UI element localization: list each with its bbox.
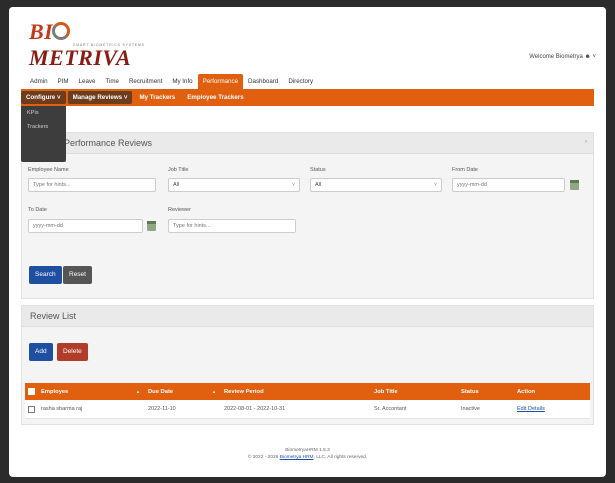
review-table: Employee ▲ Due Date ▲ Review Period Job Ti… [25, 383, 590, 419]
review-list-title: Review List [22, 306, 593, 327]
logo-swirl-icon [52, 22, 70, 40]
column-action: Action [517, 388, 536, 395]
cell-due-date: 2022-11-10 [148, 406, 176, 412]
from-date-label: From Date [452, 167, 478, 173]
column-status[interactable]: Status [457, 383, 513, 400]
footer-company-link[interactable]: Biometrya HRM [280, 455, 314, 460]
configure-dropdown: KPIs Trackers [21, 106, 66, 162]
collapse-icon[interactable]: › [585, 139, 587, 145]
cell-status: Inactive [461, 406, 480, 412]
my-trackers-link[interactable]: My Trackers [134, 91, 180, 104]
footer-version: BiometryaHRM 1.5.3 [285, 448, 330, 453]
from-date-input[interactable] [452, 178, 565, 192]
header: BIMETRIVA SMART BIOMETRICS SYSTEMS Welco… [9, 7, 606, 70]
to-date-input[interactable] [28, 219, 143, 233]
main-nav: Admin PIM Leave Time Recruitment My Info… [25, 72, 318, 89]
table-row: rasha sharma raj 2022-11-10 2022-08-01 -… [25, 400, 590, 419]
footer: BiometryaHRM 1.5.3 © 2022 - 2026 Biometr… [9, 447, 606, 461]
select-all-checkbox[interactable] [28, 388, 35, 395]
panel-title: Performance Reviews [22, 133, 593, 154]
menu-item-kpis[interactable]: KPIs [21, 106, 66, 120]
footer-copyright: © 2022 - 2026 [247, 455, 279, 460]
job-title-select[interactable]: All ˅ [168, 178, 300, 192]
employee-name-input[interactable] [28, 178, 156, 192]
company-logo[interactable]: BIMETRIVA SMART BIOMETRICS SYSTEMS [29, 19, 149, 70]
row-checkbox[interactable] [28, 405, 35, 413]
calendar-icon[interactable] [570, 180, 579, 190]
sub-nav: Configure ˅ Manage Reviews ˅ My Trackers… [21, 89, 594, 106]
menu-item-trackers[interactable]: Trackers [21, 120, 66, 134]
nav-admin[interactable]: Admin [25, 74, 53, 89]
search-button[interactable]: Search [29, 266, 62, 284]
configure-menu-button[interactable]: Configure ˅ [21, 91, 66, 104]
status-label: Status [310, 167, 326, 173]
nav-time[interactable]: Time [100, 74, 124, 89]
to-date-label: To Date [28, 207, 47, 213]
reset-button[interactable]: Reset [63, 266, 92, 284]
nav-leave[interactable]: Leave [74, 74, 101, 89]
column-job-title[interactable]: Job Title [370, 383, 457, 400]
column-review-period[interactable]: Review Period [220, 383, 370, 400]
column-employee[interactable]: Employee ▲ [37, 383, 144, 400]
cell-review-period: 2022-08-01 - 2022-10-31 [224, 406, 286, 412]
user-icon: ☻ [584, 54, 591, 60]
chevron-down-icon: ˅ [123, 94, 128, 101]
table-header: Employee ▲ Due Date ▲ Review Period Job Ti… [25, 383, 590, 400]
sort-icon: ▲ [212, 389, 216, 394]
job-title-label: Job Title [168, 167, 189, 173]
add-button[interactable]: Add [29, 343, 53, 361]
edit-details-link[interactable]: Edit Details [517, 406, 545, 412]
nav-recruitment[interactable]: Recruitment [124, 74, 167, 89]
app-window: BIMETRIVA SMART BIOMETRICS SYSTEMS Welco… [9, 7, 606, 477]
welcome-user-menu[interactable]: Welcome Biometrya ☻ ˅ [529, 54, 596, 60]
reviewer-label: Reviewer [168, 207, 191, 213]
status-select[interactable]: All ˅ [310, 178, 442, 192]
nav-performance[interactable]: Performance [197, 74, 244, 89]
logo-tagline: SMART BIOMETRICS SYSTEMS [73, 43, 145, 47]
delete-button[interactable]: Delete [57, 343, 88, 361]
employee-trackers-link[interactable]: Employee Trackers [182, 91, 248, 104]
reviewer-input[interactable] [168, 219, 296, 233]
employee-name-label: Employee Name [28, 167, 69, 173]
sort-icon: ▲ [136, 389, 140, 394]
performance-reviews-panel: Performance Reviews › Employee Name Job … [21, 132, 594, 299]
cell-job-title: Sr. Accontant [374, 406, 407, 412]
cell-employee: rasha sharma raj [41, 406, 83, 412]
nav-directory[interactable]: Directory [283, 74, 318, 89]
chevron-down-icon: ˅ [292, 182, 295, 188]
column-due-date[interactable]: Due Date ▲ [144, 383, 220, 400]
chevron-down-icon: ˅ [434, 182, 437, 188]
chevron-down-icon: ˅ [56, 94, 61, 101]
manage-reviews-menu-button[interactable]: Manage Reviews ˅ [67, 91, 133, 104]
nav-pim[interactable]: PIM [53, 74, 74, 89]
calendar-icon[interactable] [147, 221, 156, 231]
nav-my-info[interactable]: My Info [167, 74, 197, 89]
nav-dashboard[interactable]: Dashboard [243, 74, 283, 89]
chevron-down-icon: ˅ [592, 54, 596, 60]
